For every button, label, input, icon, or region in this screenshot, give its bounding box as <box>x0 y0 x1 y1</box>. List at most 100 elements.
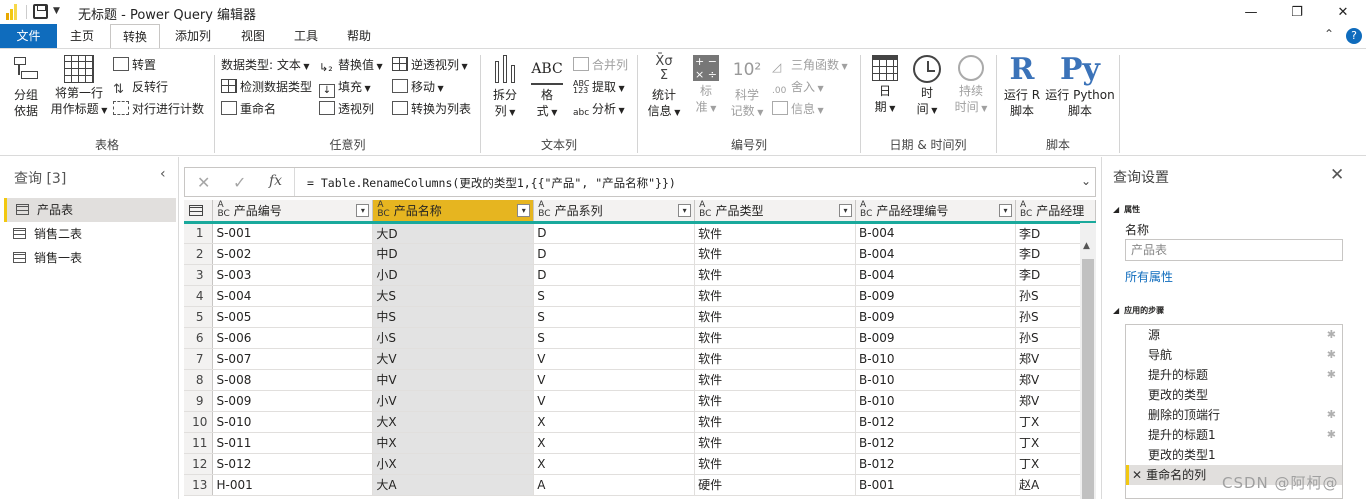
row-number[interactable]: 4 <box>184 285 214 307</box>
table-cell[interactable]: B-010 <box>855 390 1016 412</box>
table-cell[interactable]: A <box>533 474 696 496</box>
column-header[interactable]: A BC 产品系列 ▾ <box>533 200 696 224</box>
table-cell[interactable]: 中S <box>372 306 535 328</box>
applied-steps-header[interactable]: ◢ 应用的步骤 <box>1113 302 1169 316</box>
table-cell[interactable]: 软件 <box>694 264 857 286</box>
row-number[interactable]: 5 <box>184 306 214 328</box>
table-cell[interactable]: B-012 <box>855 432 1016 454</box>
filter-dropdown-icon[interactable]: ▾ <box>678 204 692 217</box>
help-icon[interactable]: ? <box>1346 28 1362 44</box>
table-cell[interactable]: 大D <box>372 222 535 244</box>
table-cell[interactable]: B-009 <box>855 327 1016 349</box>
table-cell[interactable]: 大V <box>372 348 535 370</box>
query-item[interactable]: 产品表 <box>4 198 176 222</box>
applied-step[interactable]: 删除的顶端行 ✱ <box>1126 405 1342 425</box>
trigonometry-button[interactable]: ◿ 三角函数 ▼ <box>772 55 848 75</box>
row-number[interactable]: 11 <box>184 432 214 454</box>
applied-step[interactable]: 源 ✱ <box>1126 325 1342 345</box>
duration-button[interactable]: 持续 时间 ▼ <box>949 53 993 117</box>
scroll-thumb[interactable] <box>1082 259 1094 499</box>
data-type-dropdown[interactable]: 数据类型: 文本 ▼ <box>221 55 310 75</box>
minimize-button[interactable]: — <box>1228 0 1274 24</box>
convert-to-list-button[interactable]: 转换为列表 <box>392 99 471 119</box>
table-cell[interactable]: 软件 <box>694 306 857 328</box>
applied-step[interactable]: 导航 ✱ <box>1126 345 1342 365</box>
table-cell[interactable]: H-001 <box>212 474 374 496</box>
table-cell[interactable]: X <box>533 453 696 475</box>
tab-file[interactable]: 文件 <box>0 24 57 48</box>
reverse-rows-button[interactable]: ⇅ 反转行 <box>113 77 168 97</box>
table-cell[interactable]: B-004 <box>855 243 1016 265</box>
properties-header[interactable]: ◢ 属性 <box>1113 201 1145 215</box>
query-item[interactable]: 销售一表 <box>4 246 176 270</box>
table-cell[interactable]: D <box>533 222 696 244</box>
filter-dropdown-icon[interactable]: ▾ <box>839 204 853 217</box>
table-cell[interactable]: 大X <box>372 411 535 433</box>
expand-formula-icon[interactable]: ⌄ <box>1081 174 1091 188</box>
table-cell[interactable]: V <box>533 348 696 370</box>
unpivot-columns-button[interactable]: 逆透视列 ▼ <box>392 55 468 75</box>
table-cell[interactable]: S-005 <box>212 306 374 328</box>
table-cell[interactable]: S-010 <box>212 411 374 433</box>
table-cell[interactable]: 软件 <box>694 222 857 244</box>
time-button[interactable]: 时 间 ▼ <box>907 53 947 119</box>
standard-button[interactable]: + − × ÷ 标 准 ▼ <box>688 53 724 117</box>
table-cell[interactable]: 软件 <box>694 369 857 391</box>
row-number[interactable]: 9 <box>184 390 214 412</box>
table-cell[interactable]: S-001 <box>212 222 374 244</box>
table-cell[interactable]: 小D <box>372 264 535 286</box>
table-cell[interactable]: 大S <box>372 285 535 307</box>
tab-tools[interactable]: 工具 <box>286 24 326 48</box>
date-button[interactable]: 日 期 ▼ <box>865 53 905 117</box>
gear-icon[interactable]: ✱ <box>1327 425 1336 445</box>
table-cell[interactable]: B-010 <box>855 369 1016 391</box>
detect-type-button[interactable]: 检测数据类型 <box>221 77 312 97</box>
column-header[interactable]: A BC 产品经理 <box>1015 200 1096 224</box>
table-cell[interactable]: 大A <box>372 474 535 496</box>
tab-home[interactable]: 主页 <box>62 24 102 48</box>
table-cell[interactable]: 中D <box>372 243 535 265</box>
scroll-up-icon[interactable]: ▲ <box>1083 241 1090 251</box>
table-cell[interactable]: 中V <box>372 369 535 391</box>
row-number[interactable]: 1 <box>184 222 214 244</box>
table-menu-button[interactable] <box>184 200 214 224</box>
row-number[interactable]: 12 <box>184 453 214 475</box>
filter-dropdown-icon[interactable]: ▾ <box>517 204 531 217</box>
filter-dropdown-icon[interactable]: ▾ <box>998 204 1012 217</box>
gear-icon[interactable]: ✱ <box>1327 365 1336 385</box>
rename-button[interactable]: 重命名 <box>221 99 276 119</box>
row-number[interactable]: 6 <box>184 327 214 349</box>
column-header[interactable]: A BC 产品名称 ▾ <box>372 200 535 224</box>
delete-step-icon[interactable]: ✕ <box>1132 468 1142 482</box>
table-cell[interactable]: V <box>533 369 696 391</box>
table-cell[interactable]: 软件 <box>694 285 857 307</box>
extract-button[interactable]: ABC 123 提取 ▼ <box>573 77 625 97</box>
all-properties-link[interactable]: 所有属性 <box>1125 268 1173 285</box>
cancel-formula-icon[interactable]: ✕ <box>197 173 210 192</box>
table-cell[interactable]: 软件 <box>694 243 857 265</box>
table-cell[interactable]: B-009 <box>855 306 1016 328</box>
table-cell[interactable]: 小V <box>372 390 535 412</box>
table-cell[interactable]: S-011 <box>212 432 374 454</box>
run-python-script-button[interactable]: Py 运行 Python 脚本 <box>1043 53 1117 119</box>
table-cell[interactable]: 软件 <box>694 327 857 349</box>
row-number[interactable]: 3 <box>184 264 214 286</box>
run-r-script-button[interactable]: R 运行 R 脚本 <box>1001 53 1043 119</box>
statistics-button[interactable]: X̄σ Σ 统计 信息 ▼ <box>642 53 686 121</box>
table-cell[interactable]: S-002 <box>212 243 374 265</box>
table-cell[interactable]: S <box>533 327 696 349</box>
collapse-ribbon-icon[interactable]: ⌃ <box>1324 27 1340 43</box>
table-cell[interactable]: S <box>533 285 696 307</box>
query-name-input[interactable]: 产品表 <box>1125 239 1343 261</box>
rounding-button[interactable]: .00 舍入 ▼ <box>772 77 824 97</box>
column-header[interactable]: A BC 产品类型 ▾ <box>694 200 857 224</box>
gear-icon[interactable]: ✱ <box>1327 405 1336 425</box>
table-cell[interactable]: X <box>533 432 696 454</box>
collapse-queries-icon[interactable]: ‹ <box>160 166 166 182</box>
tab-transform[interactable]: 转换 <box>110 24 160 48</box>
applied-step[interactable]: 更改的类型1 <box>1126 445 1342 465</box>
table-cell[interactable]: B-004 <box>855 222 1016 244</box>
fill-button[interactable]: ↓ 填充 ▼ <box>319 77 371 98</box>
tab-help[interactable]: 帮助 <box>339 24 379 48</box>
tab-add-column[interactable]: 添加列 <box>168 24 218 48</box>
